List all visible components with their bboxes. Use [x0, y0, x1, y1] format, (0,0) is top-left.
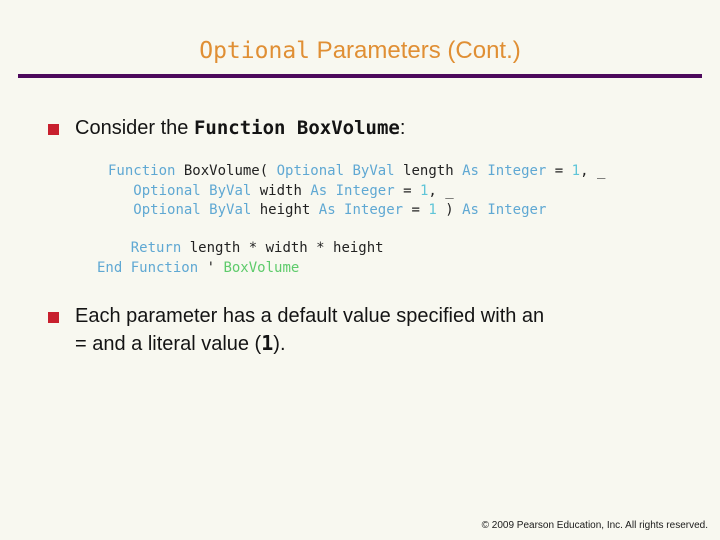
code-num-1: 1: [571, 163, 581, 179]
bullet-item-2: Each parameter has a default value speci…: [48, 303, 698, 358]
code-eq-2: =: [394, 182, 420, 199]
code-eq-1: =: [546, 163, 572, 179]
code-block-body: Return length * width * height End Funct…: [97, 239, 384, 278]
code-num-3: 1: [428, 202, 437, 218]
code-kw-as-3: As: [318, 202, 336, 218]
code-comment-tick: ': [198, 259, 224, 276]
bullet-1-tail: :: [399, 117, 406, 139]
code-kw-return: Return: [130, 240, 182, 256]
code-indent-3: [108, 202, 133, 218]
title-keyword: Optional: [199, 38, 311, 64]
code-space-3: [201, 202, 209, 218]
bullet-1-lead: Consider the: [75, 117, 194, 139]
code-space-2: [201, 183, 209, 199]
bullet-2-line2-pre: = and a literal value (: [75, 333, 262, 355]
code-block-signature: Function BoxVolume( Optional ByVal lengt…: [108, 162, 605, 221]
square-bullet-icon: [48, 312, 59, 323]
code-kw-as-return: As: [462, 202, 479, 218]
code-kw-optional-3: Optional: [133, 202, 201, 218]
code-kw-integer-3: Integer: [335, 202, 404, 218]
code-kw-optional-1: Optional: [276, 163, 345, 179]
slide-canvas: Optional Parameters (Cont.) Consider the…: [0, 0, 720, 540]
code-param-length: length: [394, 163, 463, 179]
code-kw-as-1: As: [462, 163, 479, 179]
page-title: Optional Parameters (Cont.): [0, 36, 720, 66]
title-block: Optional Parameters (Cont.): [0, 36, 720, 66]
code-comment-text: BoxVolume: [223, 259, 300, 276]
code-kw-byval-1: ByVal: [352, 163, 395, 179]
bullet-item-1-text: Consider the Function BoxVolume:: [75, 115, 405, 142]
code-param-height: height: [251, 202, 319, 218]
code-kw-optional-2: Optional: [133, 182, 201, 199]
bullet-item-1: Consider the Function BoxVolume:: [48, 115, 668, 142]
code-body-indent: [97, 240, 131, 256]
code-kw-integer-return: Integer: [478, 202, 547, 218]
bullet-2-line2-post: ).: [273, 333, 286, 355]
bullet-2-literal: 1: [261, 331, 274, 355]
code-fn-name: BoxVolume(: [175, 163, 277, 179]
code-kw-end-function: End Function: [97, 259, 199, 276]
code-indent-2: [108, 183, 133, 199]
title-remainder: Parameters (Cont.): [310, 37, 521, 64]
code-cont-1: , _: [580, 163, 606, 179]
code-param-width: width: [251, 182, 311, 199]
code-kw-as-2: As: [310, 182, 328, 199]
copyright-footer: © 2009 Pearson Education, Inc. All right…: [481, 520, 708, 531]
code-close-paren: ): [436, 202, 463, 218]
code-kw-integer-2: Integer: [327, 182, 395, 199]
code-kw-byval-3: ByVal: [209, 202, 252, 218]
bullet-1-code: Function BoxVolume: [193, 117, 400, 139]
code-kw-integer-1: Integer: [478, 163, 547, 179]
code-cont-2: , _: [428, 182, 454, 199]
code-kw-function: Function: [108, 163, 176, 179]
code-eq-3: =: [403, 202, 429, 218]
code-return-expr: length * width * height: [181, 240, 384, 256]
code-kw-byval-2: ByVal: [209, 182, 252, 199]
bullet-item-2-text: Each parameter has a default value speci…: [75, 303, 544, 358]
square-bullet-icon: [48, 124, 59, 135]
title-divider: [18, 74, 702, 78]
bullet-2-line1: Each parameter has a default value speci…: [75, 305, 545, 327]
